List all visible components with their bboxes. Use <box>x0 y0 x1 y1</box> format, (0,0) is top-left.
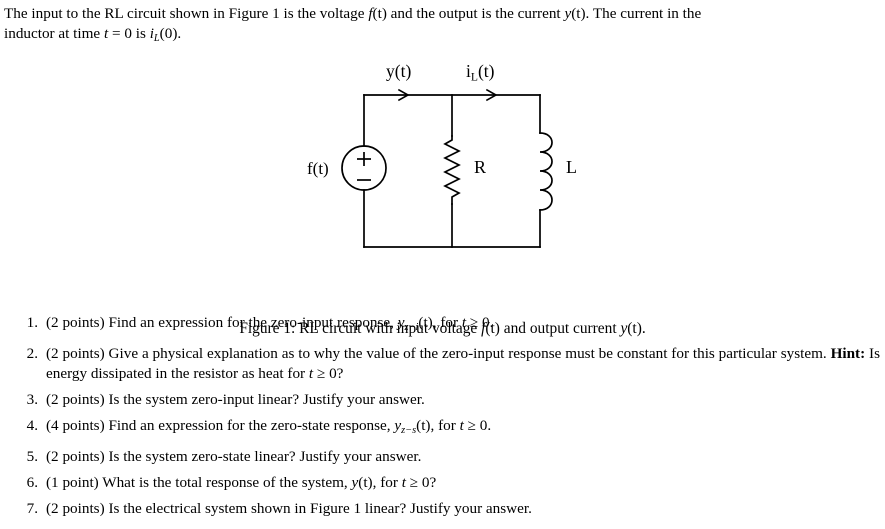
question-number-2: 2. <box>26 344 38 362</box>
q6-points: (1 point) <box>46 473 99 491</box>
q1-symbol-y: y <box>397 314 405 331</box>
intro-paragraph: The input to the RL circuit shown in Fig… <box>4 4 881 48</box>
q6-text-c: ≥ 0? <box>405 473 437 491</box>
q4-text-c: ≥ 0. <box>463 416 492 434</box>
question-list: 1. (2 points) Find an expression for the… <box>14 313 880 525</box>
circuit-figure: y(t) iL(t) f(t) R L Figure 1: RL circuit… <box>0 52 885 337</box>
q5-text-a: Is the system zero-state linear? Justify… <box>104 447 422 465</box>
label-inductor-current-ilt: iL(t) <box>466 61 494 83</box>
q1-text-a: Find an expression for the zero-input re… <box>104 314 398 331</box>
question-number-4: 4. <box>26 416 38 434</box>
question-item-2: 2. (2 points) Give a physical explanatio… <box>14 344 880 383</box>
label-output-current-yt: y(t) <box>386 61 412 81</box>
q1-text-b: (t), for <box>418 314 462 331</box>
question-text-1: (2 points) Find an expression for the ze… <box>46 313 880 337</box>
source-polarity-marks <box>357 152 371 181</box>
intro-line1-part-a: The input to the RL circuit shown in Fig… <box>4 5 369 22</box>
q3-points: (2 points) <box>46 390 105 408</box>
circuit-diagram-svg <box>341 88 553 248</box>
q4-text-a: Find an expression for the zero-state re… <box>104 416 395 434</box>
q7-points: (2 points) <box>46 499 105 517</box>
question-item-6: 6. (1 point) What is the total response … <box>14 473 880 493</box>
q2-points: (2 points) <box>46 344 105 362</box>
q4-text-b: (t), for <box>416 416 460 434</box>
q1-text-c: ≥ 0. <box>466 314 494 331</box>
question-number-5: 5. <box>26 447 38 465</box>
question-number-3: 3. <box>26 390 38 408</box>
intro-line2-part-a: inductor at time <box>4 24 104 42</box>
label-il-subscript: L <box>470 71 478 84</box>
question-item-7: 7. (2 points) Is the electrical system s… <box>14 499 880 519</box>
q2-hint-label: Hint: <box>830 344 866 362</box>
question-item-3: 3. (2 points) Is the system zero-input l… <box>14 390 880 410</box>
intro-line2: inductor at time t = 0 is iL(0). <box>4 24 881 48</box>
intro-line2-part-c: (0). <box>159 24 182 42</box>
question-text-6: (1 point) What is the total response of … <box>46 473 880 493</box>
q5-points: (2 points) <box>46 447 105 465</box>
intro-line1-part-b: (t) and the output is the current <box>372 5 565 22</box>
question-item-5: 5. (2 points) Is the system zero-state l… <box>14 447 880 467</box>
q6-text-a: What is the total response of the system… <box>98 473 352 491</box>
q1-symbol-subscript: z−i <box>404 321 419 333</box>
intro-line2-part-b: = 0 is <box>108 24 150 42</box>
document-page: The input to the RL circuit shown in Fig… <box>0 0 885 529</box>
question-number-6: 6. <box>26 473 38 491</box>
label-resistor-R: R <box>474 157 487 177</box>
q7-text-a: Is the electrical system shown in Figure… <box>104 499 532 517</box>
intro-line1-part-c: (t). The current in the <box>571 5 702 22</box>
question-text-2: (2 points) Give a physical explanation a… <box>46 344 880 383</box>
resistor-symbol <box>443 135 461 205</box>
q3-text-a: Is the system zero-input linear? Justify… <box>104 390 425 408</box>
q4-symbol-subscript: z−s <box>401 424 417 436</box>
label-il-tail: (t) <box>477 61 495 81</box>
label-source-ft: f(t) <box>307 159 329 178</box>
question-number-1: 1. <box>26 314 38 331</box>
question-item-4: 4. (4 points) Find an expression for the… <box>14 416 880 440</box>
q4-points: (4 points) <box>46 416 105 434</box>
question-text-4: (4 points) Find an expression for the ze… <box>46 416 880 440</box>
q1-points: (2 points) <box>46 314 105 331</box>
q6-text-b: (t), for <box>358 473 402 491</box>
q2-text-a: Give a physical explanation as to why th… <box>104 344 831 362</box>
q2-text-c: ≥ 0? <box>313 364 344 382</box>
question-item-1: 1. (2 points) Find an expression for the… <box>14 313 880 337</box>
question-text-3: (2 points) Is the system zero-input line… <box>46 390 880 410</box>
inductor-symbol <box>539 132 553 211</box>
label-inductor-L: L <box>566 157 577 177</box>
question-number-7: 7. <box>26 499 38 517</box>
question-text-7: (2 points) Is the electrical system show… <box>46 499 880 519</box>
question-text-5: (2 points) Is the system zero-state line… <box>46 447 880 467</box>
